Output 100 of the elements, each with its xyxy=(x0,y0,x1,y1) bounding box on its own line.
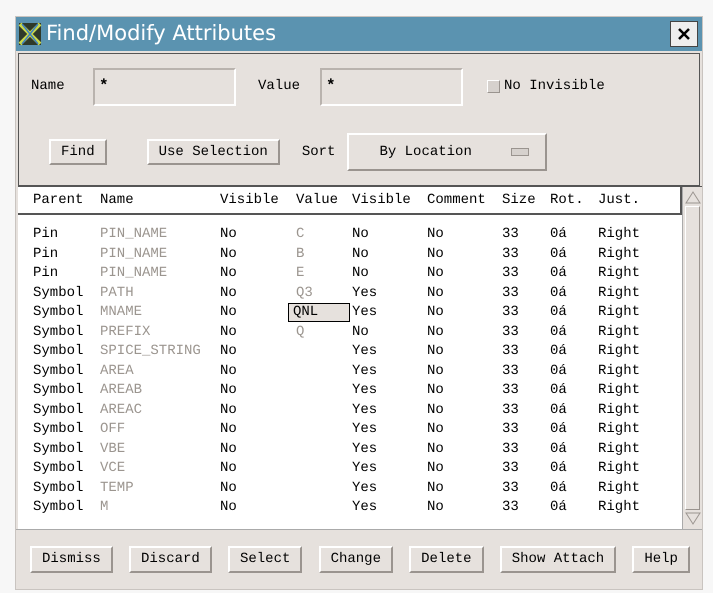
dialog-button[interactable]: Select xyxy=(228,546,302,573)
table-cell: Right xyxy=(598,402,640,418)
table-cell: PIN_NAME xyxy=(100,226,168,242)
table-cell: No xyxy=(427,421,444,437)
column-header: Visible xyxy=(352,191,412,210)
close-button[interactable] xyxy=(670,21,698,47)
app-icon xyxy=(18,22,42,46)
table-cell: Yes xyxy=(352,499,378,515)
table-cell: Right xyxy=(598,343,640,359)
table-cell: Right xyxy=(598,226,640,242)
table-cell: PIN_NAME xyxy=(100,246,168,262)
dialog-button[interactable]: Change xyxy=(318,546,393,573)
table-cell: Right xyxy=(598,284,640,300)
table-cell: No xyxy=(220,480,237,496)
dialog-button[interactable]: Help xyxy=(632,546,690,573)
table-cell: VCE xyxy=(100,460,126,476)
table-cell: 33 xyxy=(502,402,519,418)
table-cell: No xyxy=(220,226,237,242)
table-cell: SPICE_STRING xyxy=(100,343,201,359)
table-cell: 0á xyxy=(550,382,567,398)
table-cell: No xyxy=(427,246,444,262)
table-cell: Right xyxy=(598,421,640,437)
table-cell: No xyxy=(427,226,444,242)
table-cell: 33 xyxy=(502,460,519,476)
table-cell: Right xyxy=(598,460,640,476)
table-cell: 0á xyxy=(550,265,567,281)
table-cell: No xyxy=(220,402,237,418)
find-button[interactable]: Find xyxy=(49,139,107,166)
value-edit-field[interactable]: QNL xyxy=(288,303,350,322)
table-cell: Symbol xyxy=(33,324,84,340)
table-cell: Right xyxy=(598,246,640,262)
table-cell: 0á xyxy=(550,402,567,418)
table-cell: No xyxy=(427,402,444,418)
sort-dropdown[interactable]: By Location xyxy=(347,133,548,172)
table-cell: Yes xyxy=(352,460,378,476)
table-cell: No xyxy=(220,324,237,340)
table-cell: 33 xyxy=(502,382,519,398)
column-header: Parent xyxy=(33,191,84,210)
table-cell: VBE xyxy=(100,440,126,456)
no-invisible-checkbox[interactable] xyxy=(487,80,500,94)
table-cell: No xyxy=(427,362,444,378)
dialog-button[interactable]: Show Attach xyxy=(500,546,616,573)
table-cell: No xyxy=(220,362,237,378)
table-cell: No xyxy=(220,284,237,300)
dialog-button[interactable]: Discard xyxy=(128,546,212,573)
table-cell: Right xyxy=(598,382,640,398)
table-cell: No xyxy=(220,265,237,281)
table-cell: TEMP xyxy=(100,480,134,496)
sort-label: Sort xyxy=(302,142,336,162)
table-cell: No xyxy=(220,499,237,515)
table-cell: PATH xyxy=(100,284,134,300)
table-cell: Right xyxy=(598,362,640,378)
scroll-thumb[interactable] xyxy=(685,206,700,510)
table-cell: No xyxy=(220,304,237,320)
dialog-button[interactable]: Dismiss xyxy=(30,546,113,573)
table-cell: C xyxy=(296,226,304,242)
table-cell: No xyxy=(220,246,237,262)
table-cell: PIN_NAME xyxy=(100,265,168,281)
use-selection-button[interactable]: Use Selection xyxy=(146,139,280,166)
table-cell: 0á xyxy=(550,226,567,242)
table-cell: Yes xyxy=(352,362,378,378)
table-cell: No xyxy=(427,343,444,359)
table-cell: Q xyxy=(296,324,304,340)
table-cell: Symbol xyxy=(33,284,84,300)
table-cell: 0á xyxy=(550,460,567,476)
table-cell: E xyxy=(296,265,304,281)
table-cell: Yes xyxy=(352,440,378,456)
table-cell: No xyxy=(427,324,444,340)
table-cell: No xyxy=(427,460,444,476)
table-cell: Symbol xyxy=(33,382,84,398)
column-header: Size xyxy=(502,191,537,210)
table-cell: Right xyxy=(598,499,640,515)
table-cell: Right xyxy=(598,480,640,496)
table-cell: No xyxy=(352,226,369,242)
table-cell: 0á xyxy=(550,499,567,515)
scrollbar[interactable] xyxy=(682,187,702,529)
name-field[interactable]: * xyxy=(93,68,236,106)
table-cell: Yes xyxy=(352,382,378,398)
table-cell: AREA xyxy=(100,362,134,378)
table-cell: Yes xyxy=(352,480,378,496)
value-field[interactable]: * xyxy=(320,68,463,106)
table-cell: No xyxy=(427,480,444,496)
table-cell: AREAB xyxy=(100,382,142,398)
table-cell: Yes xyxy=(352,284,378,300)
table-cell: 0á xyxy=(550,324,567,340)
scroll-down-icon[interactable] xyxy=(685,512,701,526)
table-cell: No xyxy=(220,440,237,456)
table-cell: 33 xyxy=(502,226,519,242)
table-cell: 33 xyxy=(502,499,519,515)
table-cell: 33 xyxy=(502,421,519,437)
table-cell: Symbol xyxy=(33,362,84,378)
table-cell: Yes xyxy=(352,304,378,320)
table-cell: M xyxy=(100,499,108,515)
dialog-button[interactable]: Delete xyxy=(409,546,484,573)
scroll-up-icon[interactable] xyxy=(685,190,701,204)
table-cell: Right xyxy=(598,304,640,320)
table-cell: Symbol xyxy=(33,460,84,476)
dropdown-indicator-icon xyxy=(511,148,530,156)
table-cell: PREFIX xyxy=(100,324,150,340)
table-cell: OFF xyxy=(100,421,126,437)
